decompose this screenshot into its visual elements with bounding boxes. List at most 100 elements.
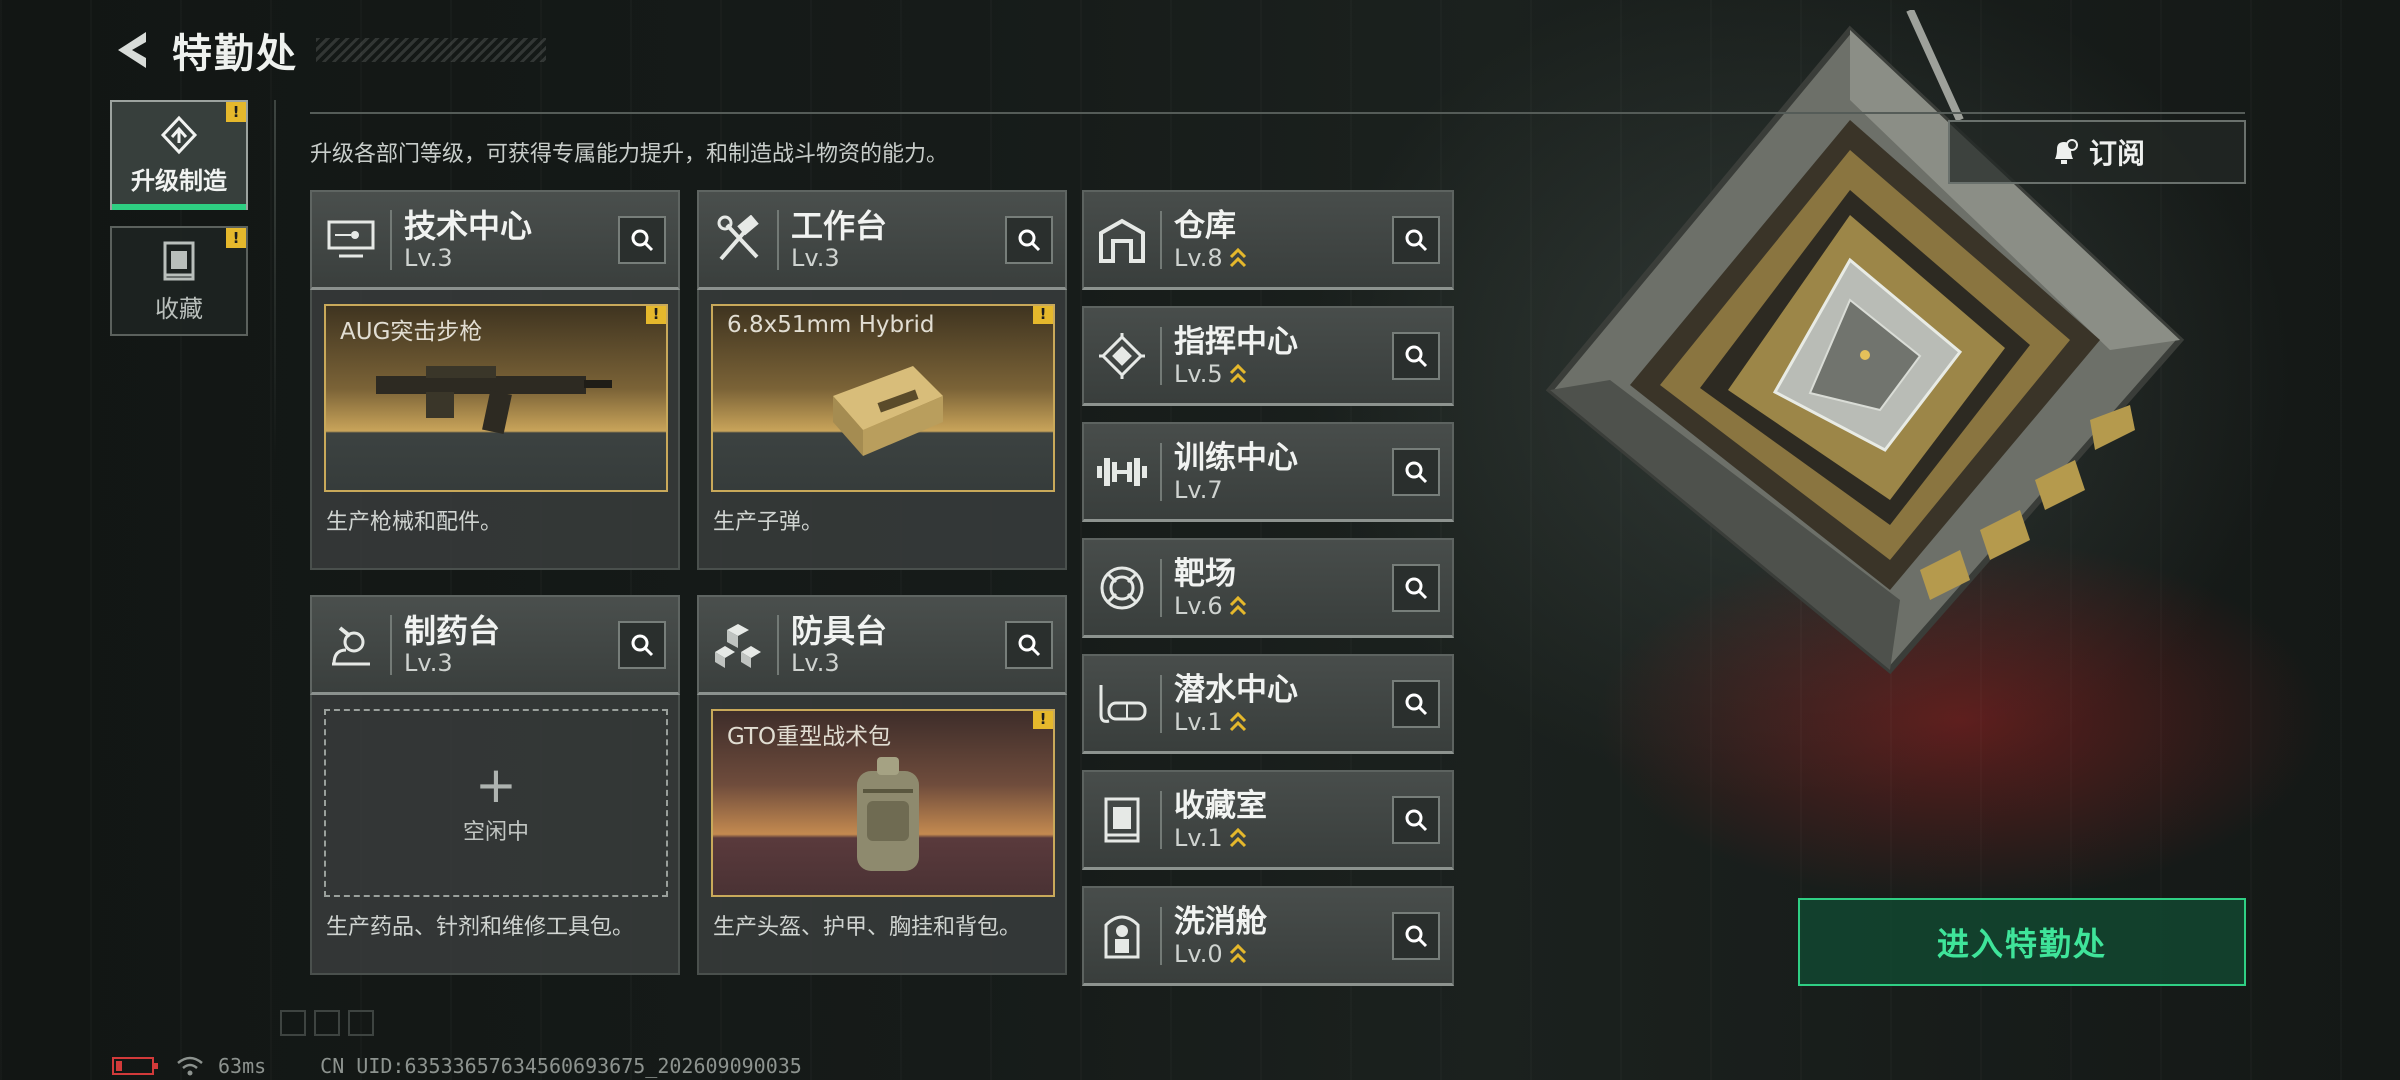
- separator: [1160, 210, 1162, 269]
- inspect-button[interactable]: [1392, 796, 1440, 844]
- deco-square: [280, 1010, 306, 1036]
- craft-item-name: AUG突击步枪: [340, 319, 483, 345]
- inspect-button[interactable]: [1392, 448, 1440, 496]
- inspect-button[interactable]: [1392, 216, 1440, 264]
- separator: [1160, 906, 1162, 965]
- panel-name: 工作台: [791, 206, 888, 245]
- inspect-button[interactable]: [1005, 621, 1053, 669]
- upgrade-chevron-icon: [1229, 247, 1246, 267]
- page-title: 特勤处: [172, 31, 298, 77]
- subscribe-label: 订阅: [2088, 137, 2145, 170]
- target-icon: [1084, 550, 1160, 626]
- inspect-button[interactable]: [1392, 680, 1440, 728]
- panel-level: Lv.3: [404, 243, 453, 272]
- ping-readout: 63ms: [218, 1054, 267, 1078]
- enter-special-ops-button[interactable]: 进入特勤处: [1798, 898, 2246, 986]
- warehouse-icon: [1084, 202, 1160, 278]
- facility-command-center[interactable]: 指挥中心 Lv.5: [1082, 306, 1454, 406]
- panel-name: 制药台: [404, 611, 501, 650]
- add-icon: +: [475, 756, 517, 814]
- alert-badge: !: [226, 102, 246, 122]
- panel-name: 技术中心: [404, 206, 533, 245]
- collection-case-icon: [1084, 782, 1160, 858]
- facility-level: Lv.8: [1174, 243, 1223, 272]
- search-icon: [1018, 634, 1041, 657]
- facility-level: Lv.5: [1174, 359, 1223, 388]
- search-icon: [1018, 229, 1041, 252]
- inspect-button[interactable]: [1005, 216, 1053, 264]
- tab-upgrade-craft[interactable]: 升级制造 !: [110, 100, 248, 210]
- facility-name: 收藏室: [1174, 787, 1267, 824]
- craft-item-name: 6.8x51mm Hybrid: [727, 312, 935, 338]
- search-icon: [1405, 461, 1428, 484]
- panel-header[interactable]: 制药台 Lv.3: [310, 595, 680, 695]
- user-uid: CN UID:63533657634560693675_202609090035: [320, 1054, 802, 1078]
- facility-training-center[interactable]: 训练中心 Lv.7: [1082, 422, 1454, 522]
- deco-square: [314, 1010, 340, 1036]
- special-ops-cube-artwork: [1545, 10, 2185, 675]
- inspect-button[interactable]: [618, 216, 666, 264]
- tab-collection[interactable]: 收藏 !: [110, 226, 248, 336]
- search-icon: [1405, 229, 1428, 252]
- panel-level: Lv.3: [791, 243, 840, 272]
- upgrade-chevron-icon: [1229, 827, 1246, 847]
- separator: [1160, 558, 1162, 617]
- panel-header[interactable]: 防具台 Lv.3: [697, 595, 1067, 695]
- craft-card-aug[interactable]: AUG突击步枪 !: [324, 304, 668, 492]
- panel-header[interactable]: 工作台 Lv.3: [697, 190, 1067, 290]
- facility-decon-pod[interactable]: 洗消舱 Lv.0: [1082, 886, 1454, 986]
- inspect-button[interactable]: [1392, 332, 1440, 380]
- facility-name: 潜水中心: [1174, 671, 1298, 708]
- panel-level: Lv.3: [404, 648, 453, 677]
- title-decoration: [316, 38, 546, 62]
- upgrade-chevron-icon: [1229, 943, 1246, 963]
- panel-body: + 空闲中 生产药品、针剂和维修工具包。: [310, 695, 680, 975]
- inspect-button[interactable]: [1392, 564, 1440, 612]
- inspect-button[interactable]: [618, 621, 666, 669]
- back-arrow-icon[interactable]: [110, 28, 154, 72]
- hammer-wrench-icon: [699, 201, 777, 279]
- dive-mask-icon: [1084, 666, 1160, 742]
- facility-diving-center[interactable]: 潜水中心 Lv.1: [1082, 654, 1454, 754]
- intro-text: 升级各部门等级，可获得专属能力提升，和制造战斗物资的能力。: [310, 142, 949, 167]
- facility-shooting-range[interactable]: 靶场 Lv.6: [1082, 538, 1454, 638]
- search-icon: [1405, 809, 1428, 832]
- panel-level: Lv.3: [791, 648, 840, 677]
- craft-card-ammo[interactable]: 6.8x51mm Hybrid !: [711, 304, 1055, 492]
- separator: [1160, 442, 1162, 501]
- facility-name: 指挥中心: [1174, 323, 1298, 360]
- page-header: 特勤处: [110, 22, 546, 78]
- panel-description: 生产药品、针剂和维修工具包。: [326, 915, 635, 940]
- wifi-icon: [177, 1056, 203, 1076]
- subscribe-button[interactable]: 订阅: [1948, 120, 2246, 184]
- facility-name: 洗消舱: [1174, 903, 1267, 940]
- facility-warehouse[interactable]: 仓库 Lv.8: [1082, 190, 1454, 290]
- separator: [777, 614, 779, 675]
- facility-name: 靶场: [1174, 555, 1236, 592]
- backpack-icon: [857, 757, 919, 871]
- separator: [1160, 790, 1162, 849]
- status-bar: 63ms CN UID:63533657634560693675_2026090…: [112, 1054, 802, 1078]
- rail-divider: [274, 100, 276, 460]
- search-icon: [1405, 577, 1428, 600]
- facility-collection-room[interactable]: 收藏室 Lv.1: [1082, 770, 1454, 870]
- facility-level: Lv.7: [1174, 475, 1223, 504]
- dumbbell-icon: [1084, 434, 1160, 510]
- tab-collection-label: 收藏: [155, 294, 203, 323]
- craft-card-backpack[interactable]: GTO重型战术包 !: [711, 709, 1055, 897]
- command-chip-icon: [1084, 318, 1160, 394]
- craft-item-name: GTO重型战术包: [727, 724, 892, 750]
- search-icon: [631, 634, 654, 657]
- enter-button-label: 进入特勤处: [1936, 925, 2107, 963]
- inspect-button[interactable]: [1392, 912, 1440, 960]
- alert-badge: !: [646, 306, 666, 324]
- alert-badge: !: [1033, 711, 1053, 729]
- panel-body: GTO重型战术包 ! 生产头盔、护甲、胸挂和背包。: [697, 695, 1067, 975]
- panel-header[interactable]: 技术中心 Lv.3: [310, 190, 680, 290]
- tab-upgrade-craft-label: 升级制造: [131, 166, 227, 195]
- alert-badge: !: [226, 228, 246, 248]
- decorative-squares: [280, 1010, 374, 1036]
- idle-craft-slot[interactable]: + 空闲中: [324, 709, 668, 897]
- search-icon: [1405, 693, 1428, 716]
- panel-body: AUG突击步枪 ! 生产枪械和配件。: [310, 290, 680, 570]
